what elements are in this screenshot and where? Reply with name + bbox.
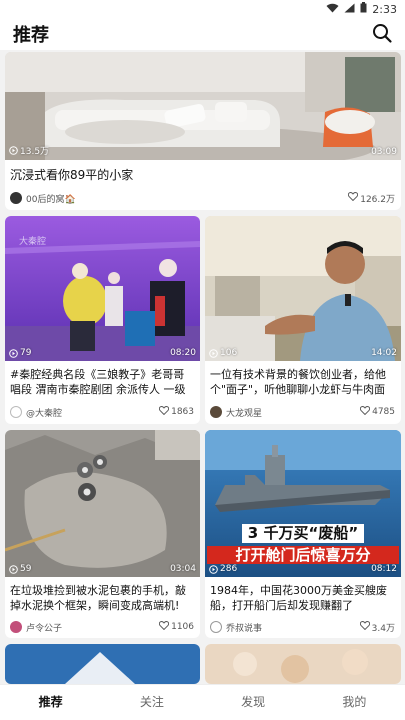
battery-icon bbox=[360, 2, 367, 16]
video-duration: 03:04 bbox=[170, 564, 196, 574]
view-count: 59 bbox=[9, 564, 31, 574]
video-duration: 08:12 bbox=[371, 564, 397, 574]
video-thumbnail[interactable]: 59 03:04 bbox=[5, 430, 200, 577]
author-name[interactable]: 00后的窝🏠 bbox=[26, 192, 348, 205]
heart-icon bbox=[348, 192, 359, 204]
bottom-tab-bar: 推荐 关注 发现 我的 bbox=[0, 684, 405, 720]
view-count: 79 bbox=[9, 348, 31, 358]
video-thumbnail[interactable]: 13.5万 03:09 bbox=[5, 52, 401, 160]
tab-discover[interactable]: 发现 bbox=[203, 685, 304, 720]
caption-line-2: 打开舱门后惊喜万分 bbox=[207, 546, 399, 564]
avatar[interactable] bbox=[210, 406, 222, 418]
video-thumbnail[interactable] bbox=[5, 644, 200, 684]
video-title[interactable]: #秦腔经典名段《三娘教子》老哥哥唱段 渭南市秦腔剧团 余派传人 一级演员 冯爱.… bbox=[10, 367, 195, 397]
video-thumbnail[interactable]: 106 14:02 bbox=[205, 216, 401, 361]
video-thumbnail[interactable]: 3 千万买“废船” 打开舱门后惊喜万分 286 08:12 bbox=[205, 430, 401, 577]
video-card-partial-mountain[interactable] bbox=[5, 644, 200, 684]
page-title: 推荐 bbox=[13, 25, 49, 46]
play-count-icon bbox=[9, 146, 18, 155]
video-title[interactable]: 一位有技术背景的餐饮创业者，给他个"面子"，听他聊聊小龙虾与牛肉面的故事。 bbox=[210, 367, 396, 397]
video-meta: 乔叔说事 3.4万 bbox=[210, 620, 395, 634]
tab-me[interactable]: 我的 bbox=[304, 685, 405, 720]
tab-recommend[interactable]: 推荐 bbox=[0, 685, 101, 720]
author-name[interactable]: 大龙观星 bbox=[226, 406, 360, 419]
avatar[interactable] bbox=[210, 621, 222, 633]
video-duration: 08:20 bbox=[170, 348, 196, 358]
avatar[interactable] bbox=[10, 192, 22, 204]
status-bar: 2:33 bbox=[0, 0, 405, 18]
author-name[interactable]: @大秦腔 bbox=[26, 406, 159, 419]
like-count[interactable]: 1106 bbox=[159, 621, 194, 633]
video-thumbnail[interactable] bbox=[205, 644, 401, 684]
like-count[interactable]: 1863 bbox=[159, 406, 194, 418]
avatar[interactable] bbox=[10, 406, 22, 418]
video-card-partial-food[interactable] bbox=[205, 644, 401, 684]
view-count: 286 bbox=[209, 564, 237, 574]
video-card-ship[interactable]: 3 千万买“废船” 打开舱门后惊喜万分 286 08:12 1984年，中国花3… bbox=[205, 430, 401, 638]
thumbnail-caption: 3 千万买“废船” bbox=[205, 523, 401, 543]
video-title[interactable]: 在垃圾堆捡到被水泥包裹的手机，敲掉水泥换个框架，瞬间变成高端机! bbox=[10, 583, 195, 613]
video-meta: 大龙观星 4785 bbox=[210, 405, 395, 419]
play-count-icon bbox=[9, 348, 18, 358]
play-count-icon bbox=[9, 564, 18, 574]
video-card-founder-interview[interactable]: 106 14:02 一位有技术背景的餐饮创业者，给他个"面子"，听他聊聊小龙虾与… bbox=[205, 216, 401, 424]
status-time: 2:33 bbox=[372, 2, 397, 16]
search-icon bbox=[373, 24, 392, 43]
like-count[interactable]: 126.2万 bbox=[348, 192, 395, 205]
wifi-icon bbox=[326, 3, 339, 16]
like-count[interactable]: 4785 bbox=[360, 406, 395, 418]
heart-icon bbox=[159, 406, 170, 418]
view-count: 106 bbox=[209, 348, 237, 358]
video-duration: 03:09 bbox=[371, 147, 397, 157]
heart-icon bbox=[159, 621, 170, 633]
top-bar: 推荐 bbox=[0, 18, 405, 50]
signal-icon bbox=[344, 3, 355, 16]
video-duration: 14:02 bbox=[371, 348, 397, 358]
caption-line-1: 3 千万买“废船” bbox=[241, 524, 365, 543]
video-title[interactable]: 1984年，中国花3000万美金买艘废船，打开船门后却发现赚翻了 bbox=[210, 583, 396, 613]
heart-icon bbox=[359, 621, 370, 633]
video-meta: 00后的窝🏠 126.2万 bbox=[10, 191, 395, 205]
video-meta: 卢令公子 1106 bbox=[10, 620, 194, 634]
svg-text:大秦腔: 大秦腔 bbox=[19, 235, 46, 247]
video-card-opera[interactable]: 大秦腔 79 08:20 #秦腔经典名段《三娘教子》老哥哥唱段 渭南市秦腔剧团 … bbox=[5, 216, 200, 424]
tab-following[interactable]: 关注 bbox=[101, 685, 202, 720]
video-title[interactable]: 沉浸式看你89平的小家 bbox=[10, 168, 396, 184]
video-feed[interactable]: 13.5万 03:09 沉浸式看你89平的小家 00后的窝🏠 126.2万 大秦… bbox=[0, 50, 405, 684]
like-count[interactable]: 3.4万 bbox=[359, 621, 395, 634]
play-count-icon bbox=[209, 564, 218, 574]
author-name[interactable]: 卢令公子 bbox=[26, 621, 159, 634]
play-count-icon bbox=[209, 348, 218, 358]
author-name[interactable]: 乔叔说事 bbox=[226, 621, 360, 634]
search-button[interactable] bbox=[371, 22, 393, 44]
video-card-cement-phone[interactable]: 59 03:04 在垃圾堆捡到被水泥包裹的手机，敲掉水泥换个框架，瞬间变成高端机… bbox=[5, 430, 200, 638]
video-meta: @大秦腔 1863 bbox=[10, 405, 194, 419]
view-count: 13.5万 bbox=[9, 144, 49, 157]
video-thumbnail[interactable]: 大秦腔 79 08:20 bbox=[5, 216, 200, 361]
heart-icon bbox=[360, 406, 371, 418]
video-card-living-room[interactable]: 13.5万 03:09 沉浸式看你89平的小家 00后的窝🏠 126.2万 bbox=[5, 52, 401, 210]
avatar[interactable] bbox=[10, 621, 22, 633]
